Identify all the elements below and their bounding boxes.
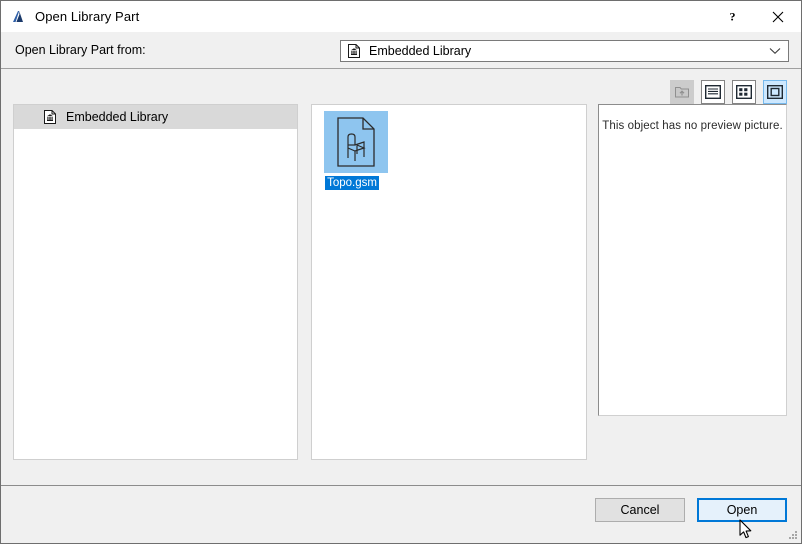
dialog-footer: Cancel Open [1,485,801,543]
library-source-dropdown[interactable]: Embedded Library [340,40,789,62]
resize-grip[interactable] [787,529,797,539]
tree-item-label: Embedded Library [66,110,169,124]
svg-text:?: ? [729,10,735,23]
page-title: Open Library Part [35,9,140,24]
question-mark-icon: ? [729,10,735,23]
help-button[interactable]: ? [709,1,755,32]
tree-item-embedded-library[interactable]: Embedded Library [14,105,297,129]
chevron-down-icon[interactable] [762,47,788,55]
dialog-content: Embedded Library Topo.gsm This object ha… [1,69,801,485]
list-item-label: Topo.gsm [325,176,379,190]
close-button[interactable] [755,1,801,32]
cancel-button[interactable]: Cancel [595,498,685,522]
title-bar: Open Library Part ? [1,1,801,32]
library-source-value: Embedded Library [369,44,472,58]
library-tree-panel[interactable]: Embedded Library [13,104,298,460]
library-file-list-panel[interactable]: Topo.gsm [311,104,587,460]
close-icon [772,11,784,22]
source-label: Open Library Part from: [15,43,146,57]
gsm-object-document-icon [324,111,388,173]
library-document-icon [346,43,362,59]
library-document-icon [42,109,58,125]
preview-message: This object has no preview picture. [602,120,783,132]
title-bar-buttons: ? [709,1,801,32]
open-button[interactable]: Open [697,498,787,522]
preview-panel: This object has no preview picture. [598,104,787,416]
archicad-logo-icon [10,9,26,25]
open-library-part-dialog: Open Library Part ? Open Library Part fr… [0,0,802,544]
list-item[interactable]: Topo.gsm [324,111,388,190]
